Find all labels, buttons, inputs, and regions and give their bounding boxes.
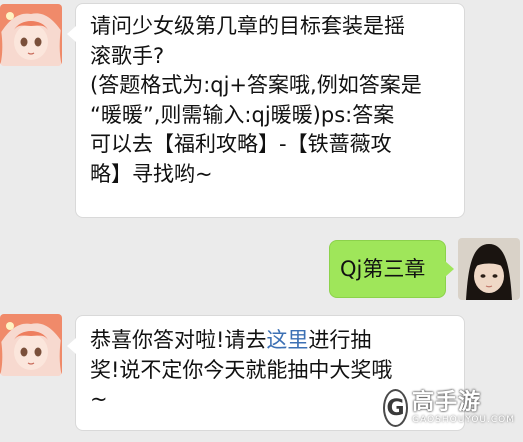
- bubble-tail: [67, 26, 76, 42]
- message-line: 恭喜你答对啦!请去这里进行抽: [90, 326, 456, 356]
- bot-avatar[interactable]: [0, 4, 62, 66]
- bubble-tail: [445, 261, 454, 277]
- message-line: “暖暖”,则需输入:qj暖暖)ps:答案: [90, 102, 395, 127]
- message-line: 滚歌手?: [90, 43, 165, 68]
- lottery-link[interactable]: 这里: [266, 328, 308, 352]
- user-avatar[interactable]: [458, 238, 520, 300]
- message-line: 可以去【福利攻略】-【铁蔷薇攻: [90, 132, 392, 156]
- outgoing-message-bubble: Qj第三章: [329, 240, 454, 298]
- message-text: 恭喜你答对啦!请去: [90, 328, 267, 352]
- message-line: 请问少女级第几章的目标套装是摇: [90, 14, 405, 38]
- bubble-tail: [67, 338, 76, 354]
- site-watermark: G 高手游 GAOSHOUYOU.COM: [383, 383, 515, 433]
- watermark-name: 高手游: [412, 390, 482, 415]
- incoming-message-bubble: 请问少女级第几章的目标套装是摇 滚歌手? (答题格式为:qj+答案哦,例如答案是…: [67, 3, 465, 218]
- message-line: (答题格式为:qj+答案哦,例如答案是: [90, 73, 422, 97]
- message-line: 略】寻找哟~: [90, 161, 213, 186]
- watermark-domain: GAOSHOUYOU.COM: [412, 415, 515, 425]
- message-line: 奖!说不定你今天就能抽中大奖哦: [90, 357, 393, 382]
- watermark-text: 高手游 GAOSHOUYOU.COM: [412, 390, 515, 426]
- gaoshouyou-logo-icon: G: [383, 389, 409, 427]
- message-text: 进行抽: [308, 328, 372, 352]
- bot-avatar[interactable]: [0, 314, 62, 376]
- message-line: Qj第三章: [340, 257, 426, 281]
